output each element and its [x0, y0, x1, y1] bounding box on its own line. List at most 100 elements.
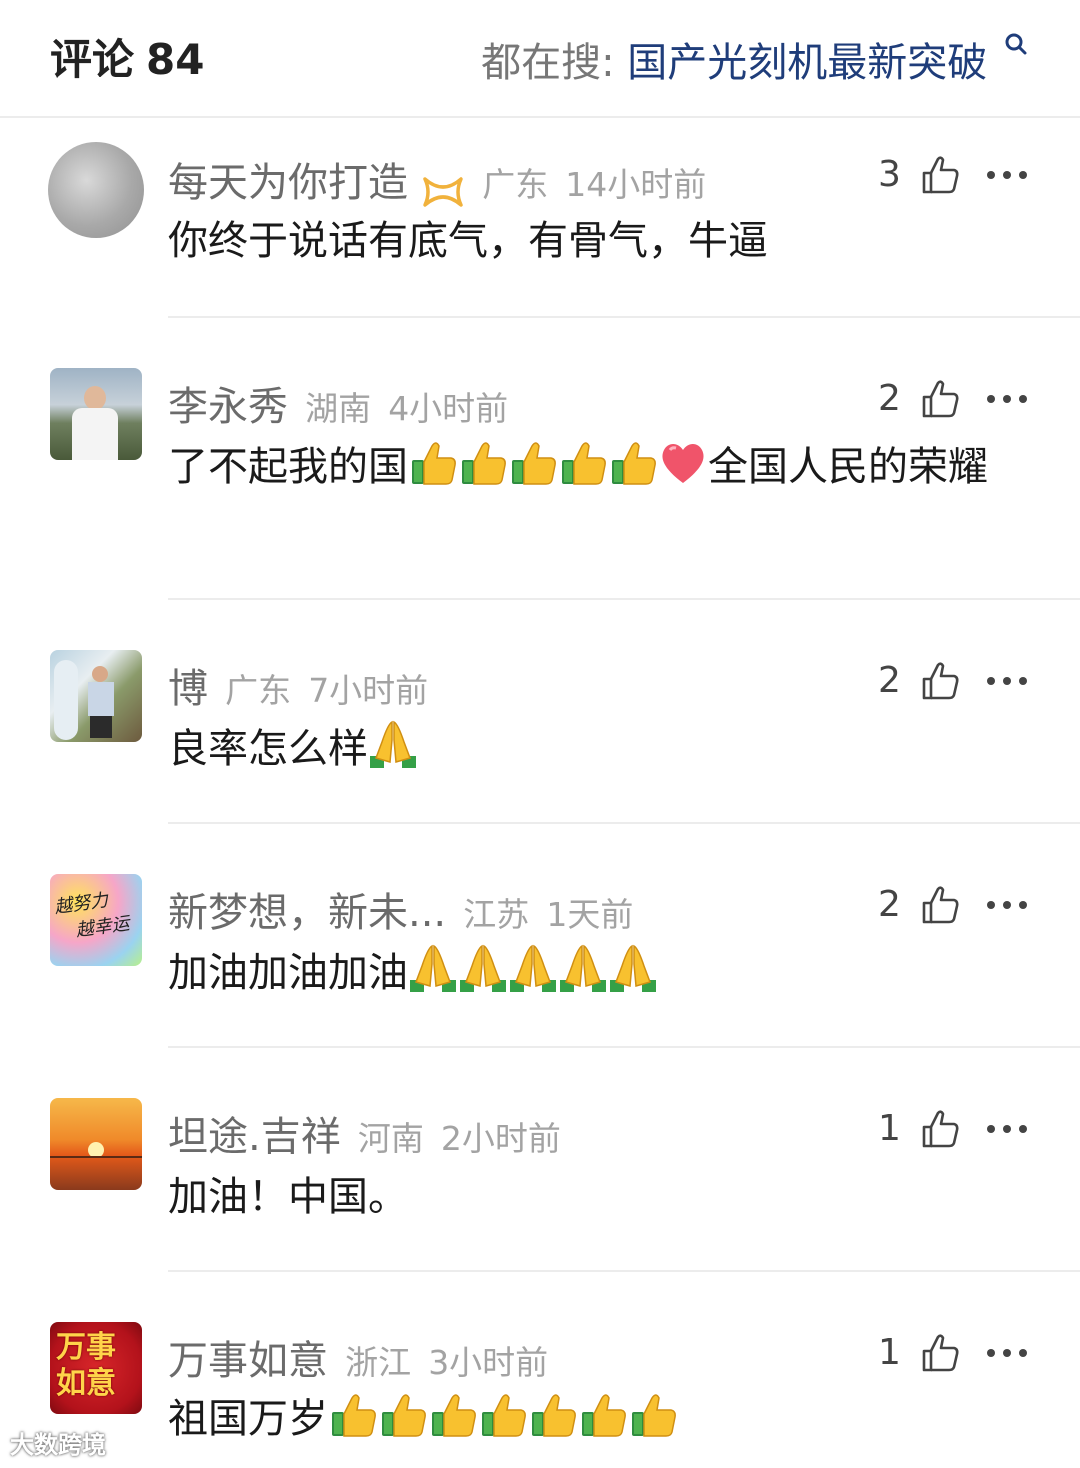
comment-text-content: 良率怎么样	[168, 726, 368, 772]
comment-text: 祖国万岁	[168, 1390, 1048, 1448]
thumbs-up-emoji-icon	[428, 1390, 478, 1440]
comment-text-content: 你终于说话有底气，有骨气，牛逼	[168, 218, 768, 264]
timestamp: 7小时前	[308, 671, 429, 710]
heart-emoji-icon	[658, 438, 708, 488]
username[interactable]: 博	[168, 666, 208, 712]
pray-emoji-icon	[408, 944, 458, 994]
avatar[interactable]	[50, 650, 142, 742]
thumbs-up-emoji-icon	[378, 1390, 428, 1440]
pray-emoji-icon	[458, 944, 508, 994]
location: 河南	[357, 1119, 424, 1158]
comment-text: 加油！中国。	[168, 1168, 1048, 1226]
avatar-caption-line: 如意	[56, 1366, 116, 1401]
more-dots-icon[interactable]	[985, 1346, 1029, 1360]
username[interactable]: 坦途.吉祥	[168, 1114, 341, 1160]
location: 浙江	[345, 1343, 412, 1382]
username[interactable]: 万事如意	[168, 1338, 328, 1384]
comment-text: 良率怎么样	[168, 720, 1048, 778]
thumbs-up-emoji-icon	[558, 438, 608, 488]
avatar-caption: 越努力 越幸运	[53, 885, 132, 947]
trending-search-label: 都在搜:	[481, 40, 615, 86]
like-count: 2	[878, 378, 901, 419]
divider	[168, 316, 1080, 318]
avatar[interactable]	[50, 1098, 142, 1190]
thumb-up-outline-icon[interactable]	[920, 1333, 960, 1373]
timestamp: 14小时前	[565, 165, 707, 204]
more-dots-icon[interactable]	[985, 1122, 1029, 1136]
like-count: 1	[878, 1332, 901, 1373]
comment-meta: 博 广东 7小时前	[168, 656, 428, 714]
more-dots-icon[interactable]	[985, 898, 1029, 912]
comment-text: 加油加油加油	[168, 944, 1048, 1002]
comments-title-label: 评论	[50, 35, 135, 84]
comment-text-content: 了不起我的国	[168, 444, 408, 490]
thumb-up-outline-icon[interactable]	[920, 1109, 960, 1149]
thumbs-up-emoji-icon	[508, 438, 558, 488]
avatar[interactable]: 万事 如意	[50, 1322, 142, 1414]
like-count: 1	[878, 1108, 901, 1149]
like-button[interactable]: 1	[878, 1332, 960, 1373]
pray-emoji-icon	[368, 720, 418, 770]
divider	[168, 1270, 1080, 1272]
trending-search-query[interactable]: 国产光刻机最新突破	[627, 40, 987, 86]
timestamp: 2小时前	[440, 1119, 561, 1158]
like-button[interactable]: 3	[878, 154, 960, 195]
thumbs-up-emoji-icon	[628, 1390, 678, 1440]
comment-meta: 新梦想，新未... 江苏 1天前	[168, 880, 633, 938]
pray-emoji-icon	[508, 944, 558, 994]
like-count: 2	[878, 660, 901, 701]
location: 湖南	[305, 389, 372, 428]
thumbs-up-emoji-icon	[608, 438, 658, 488]
comment-text-tail: 全国人民的荣耀	[708, 444, 988, 490]
member-badge-icon	[423, 176, 463, 207]
thumbs-up-emoji-icon	[458, 438, 508, 488]
comment-text-content: 祖国万岁	[168, 1396, 328, 1442]
divider	[168, 598, 1080, 600]
thumbs-up-emoji-icon	[528, 1390, 578, 1440]
watermark: 大数跨境	[10, 1425, 106, 1460]
timestamp: 3小时前	[428, 1343, 549, 1382]
avatar-caption-line: 万事	[56, 1330, 116, 1365]
comment-meta: 每天为你打造 广东 14小时前	[168, 150, 706, 209]
username[interactable]: 新梦想，新未...	[168, 890, 446, 936]
comments-count: 84	[146, 35, 205, 84]
pray-emoji-icon	[608, 944, 658, 994]
thumbs-up-emoji-icon	[408, 438, 458, 488]
username[interactable]: 每天为你打造	[168, 160, 408, 206]
thumb-up-outline-icon[interactable]	[920, 885, 960, 925]
thumbs-up-emoji-icon	[578, 1390, 628, 1440]
like-count: 3	[878, 154, 901, 195]
thumb-up-outline-icon[interactable]	[920, 379, 960, 419]
more-dots-icon[interactable]	[985, 168, 1029, 182]
thumb-up-outline-icon[interactable]	[920, 661, 960, 701]
comment-text: 了不起我的国 全国人民的荣耀	[168, 438, 1048, 496]
timestamp: 1天前	[546, 895, 634, 934]
thumbs-up-emoji-icon	[328, 1390, 378, 1440]
search-icon[interactable]	[1002, 30, 1030, 58]
avatar[interactable]	[50, 368, 142, 460]
like-button[interactable]: 2	[878, 660, 960, 701]
comment-text-content: 加油加油加油	[168, 950, 408, 996]
pray-emoji-icon	[558, 944, 608, 994]
location: 江苏	[463, 895, 530, 934]
more-dots-icon[interactable]	[985, 392, 1029, 406]
like-button[interactable]: 2	[878, 378, 960, 419]
avatar[interactable]: 越努力 越幸运	[50, 874, 142, 966]
like-button[interactable]: 2	[878, 884, 960, 925]
like-count: 2	[878, 884, 901, 925]
comment-meta: 李永秀 湖南 4小时前	[168, 374, 508, 432]
like-button[interactable]: 1	[878, 1108, 960, 1149]
divider	[168, 822, 1080, 824]
thumbs-up-emoji-icon	[478, 1390, 528, 1440]
thumb-up-outline-icon[interactable]	[920, 155, 960, 195]
more-dots-icon[interactable]	[985, 674, 1029, 688]
comments-header: 评论 84 都在搜: 国产光刻机最新突破	[0, 0, 1080, 118]
location: 广东	[225, 671, 292, 710]
avatar[interactable]	[48, 142, 144, 238]
comment-meta: 坦途.吉祥 河南 2小时前	[168, 1104, 561, 1162]
comment-meta: 万事如意 浙江 3小时前	[168, 1328, 548, 1386]
location: 广东	[482, 165, 549, 204]
comment-text-content: 加油！中国。	[168, 1174, 408, 1220]
username[interactable]: 李永秀	[168, 384, 288, 430]
trending-search-link[interactable]: 都在搜: 国产光刻机最新突破	[481, 30, 1030, 88]
